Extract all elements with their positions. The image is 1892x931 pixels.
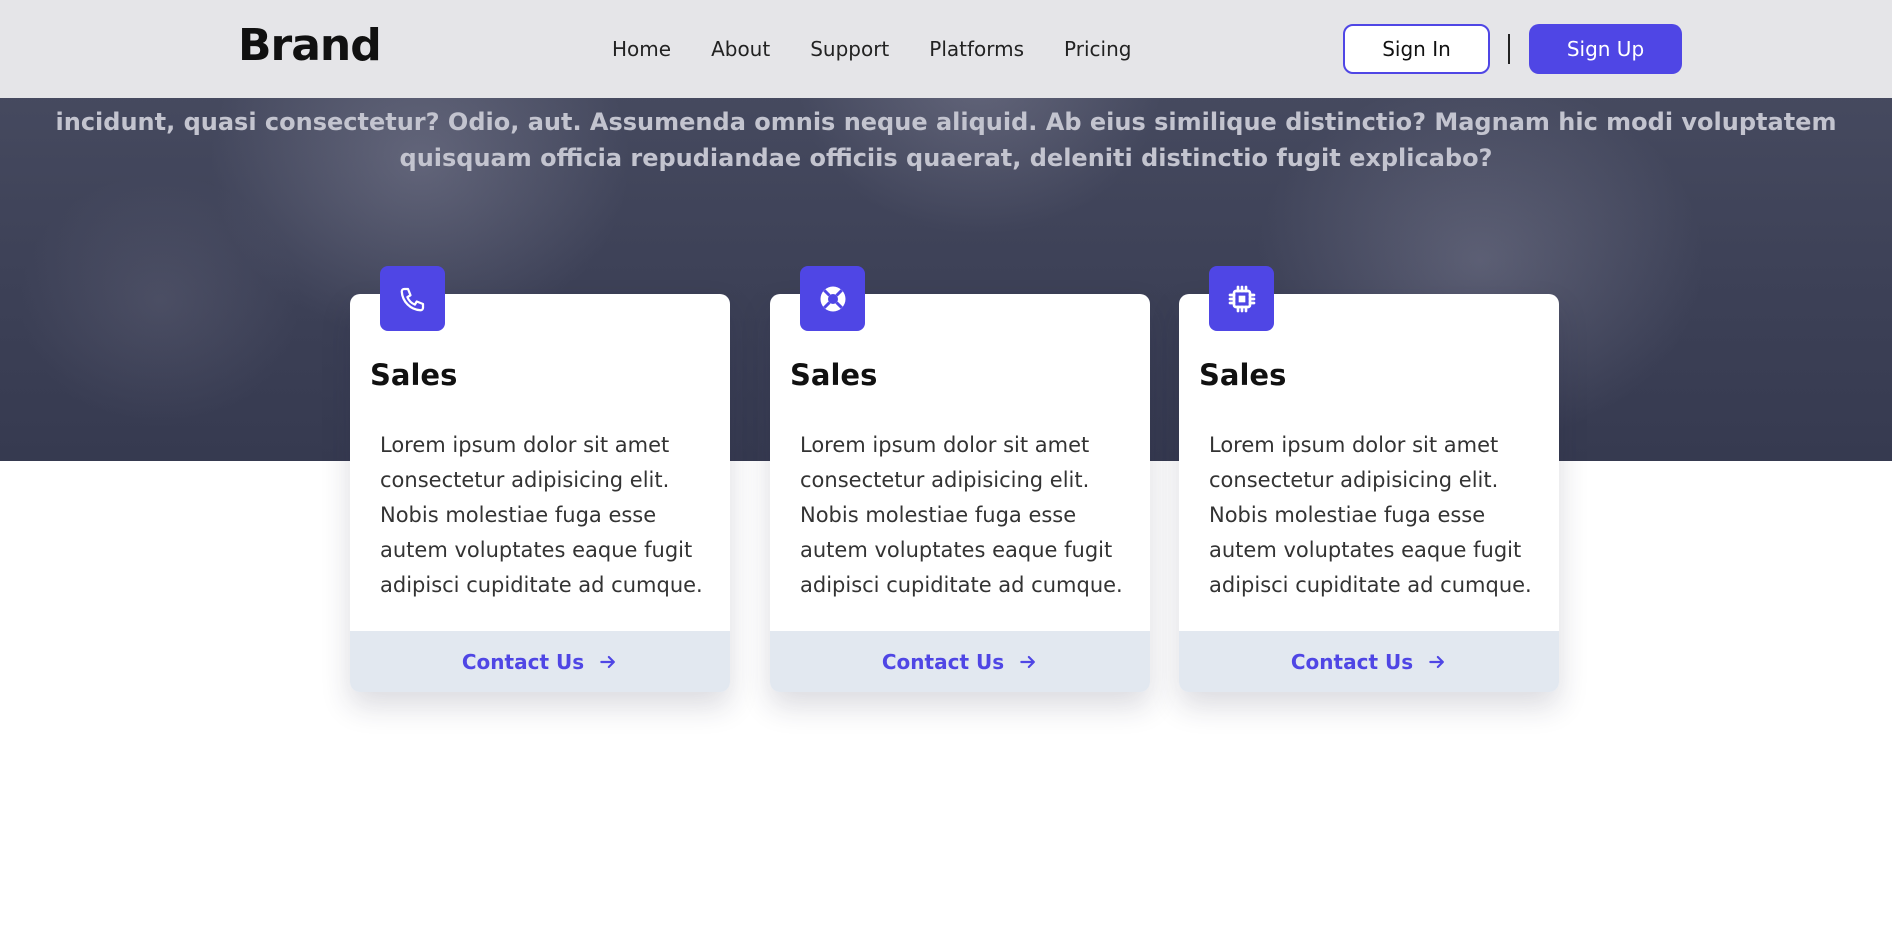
navbar: Brand Home About Support Platforms Prici… [0, 0, 1892, 98]
card-title: Sales [1199, 358, 1287, 392]
card-sales-support: Sales Lorem ipsum dolor sit amet consect… [770, 266, 1150, 692]
nav-link-platforms[interactable]: Platforms [929, 37, 1024, 61]
arrow-right-icon [1018, 652, 1038, 672]
arrow-right-icon [598, 652, 618, 672]
nav-link-home[interactable]: Home [612, 37, 671, 61]
nav-link-pricing[interactable]: Pricing [1064, 37, 1131, 61]
nav-divider [1508, 34, 1510, 64]
sign-in-button[interactable]: Sign In [1343, 24, 1490, 74]
card-title: Sales [790, 358, 878, 392]
nav-links: Home About Support Platforms Pricing [612, 37, 1171, 61]
contact-us-button[interactable]: Contact Us [1179, 631, 1559, 692]
chip-icon [1209, 266, 1274, 331]
contact-us-label: Contact Us [461, 649, 585, 674]
contact-us-label: Contact Us [881, 649, 1005, 674]
arrow-right-icon [1427, 652, 1447, 672]
phone-icon [380, 266, 445, 331]
card-description: Lorem ipsum dolor sit amet consectetur a… [380, 433, 703, 597]
contact-us-label: Contact Us [1290, 649, 1414, 674]
card-title: Sales [370, 358, 458, 392]
hero-description: incidunt, quasi consectetur? Odio, aut. … [55, 108, 1837, 172]
nav-link-about[interactable]: About [711, 37, 770, 61]
card-description: Lorem ipsum dolor sit amet consectetur a… [800, 433, 1123, 597]
lifebuoy-icon [800, 266, 865, 331]
brand-logo[interactable]: Brand [238, 20, 382, 71]
card-sales-phone: Sales Lorem ipsum dolor sit amet consect… [350, 266, 730, 692]
card-description: Lorem ipsum dolor sit amet consectetur a… [1209, 433, 1532, 597]
contact-us-button[interactable]: Contact Us [350, 631, 730, 692]
nav-link-support[interactable]: Support [810, 37, 889, 61]
sign-up-button[interactable]: Sign Up [1529, 24, 1682, 74]
card-sales-platform: Sales Lorem ipsum dolor sit amet consect… [1179, 266, 1559, 692]
contact-us-button[interactable]: Contact Us [770, 631, 1150, 692]
